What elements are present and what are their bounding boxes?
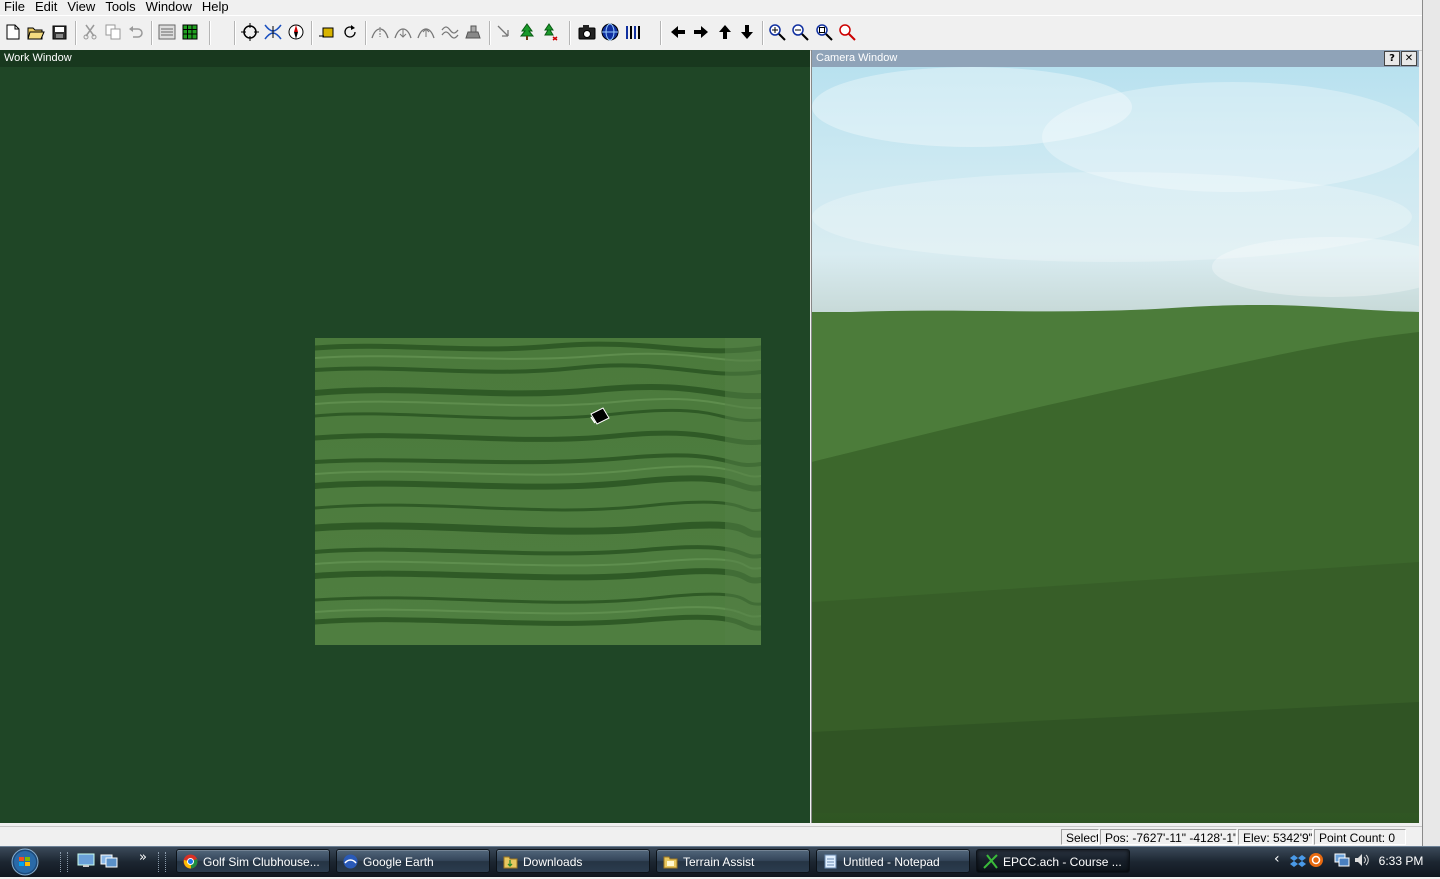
tray-expand-chevron[interactable]: ‹ (1274, 851, 1280, 867)
compass-icon[interactable] (286, 22, 306, 42)
quick-launch-more[interactable]: » (139, 850, 147, 865)
copy-icon[interactable] (103, 22, 123, 42)
menu-view[interactable]: View (62, 0, 100, 14)
save-disk-icon[interactable] (49, 22, 69, 42)
taskbar-clock[interactable]: 6:33 PM (1370, 853, 1432, 869)
course-architect-icon (983, 854, 998, 869)
select-circle-icon[interactable] (240, 22, 260, 42)
arc-up-icon[interactable] (416, 22, 436, 42)
task-golf-sim[interactable]: Golf Sim Clubhouse... (176, 849, 330, 873)
taskbar-grip-2[interactable] (158, 852, 166, 872)
status-mode: Select (1061, 829, 1099, 845)
task-notepad[interactable]: Untitled - Notepad (816, 849, 970, 873)
bars-icon[interactable] (623, 22, 643, 42)
camera-icon[interactable] (577, 22, 597, 42)
zoom-in-icon[interactable] (767, 22, 787, 42)
zoom-out-icon[interactable] (790, 22, 810, 42)
undo-icon[interactable] (126, 22, 146, 42)
status-bar: Select Pos: -7627'-11" -4128'-1" Elev: 5… (0, 826, 1422, 847)
menu-window[interactable]: Window (141, 0, 197, 14)
grid-icon[interactable] (180, 22, 200, 42)
menu-file[interactable]: File (0, 0, 30, 14)
grab-icon[interactable] (463, 22, 483, 42)
zoom-fit-icon[interactable] (814, 22, 834, 42)
layer-icon[interactable] (316, 22, 336, 42)
terrain-heightmap[interactable] (315, 338, 761, 645)
zoom-red-icon[interactable] (837, 22, 857, 42)
globe-icon[interactable] (600, 22, 620, 42)
curve-tool-icon[interactable] (263, 22, 283, 42)
arrow-right-icon[interactable] (691, 22, 711, 42)
ridges-icon[interactable] (440, 22, 460, 42)
arrow-down-icon[interactable] (737, 22, 757, 42)
tree-icon[interactable] (517, 22, 537, 42)
folder-icon (663, 856, 678, 869)
status-position: Pos: -7627'-11" -4128'-1" (1100, 829, 1237, 845)
arc-icon[interactable] (393, 22, 413, 42)
cut-icon[interactable] (80, 22, 100, 42)
notepad-icon (824, 854, 837, 869)
new-file-icon[interactable] (3, 22, 23, 42)
task-downloads[interactable]: Downloads (496, 849, 650, 873)
plant-icon[interactable] (540, 22, 560, 42)
google-earth-icon (343, 854, 358, 869)
dropbox-icon[interactable] (1290, 853, 1306, 869)
open-folder-icon[interactable] (26, 22, 46, 42)
grass-terrain-view (812, 304, 1419, 823)
work-window-title: Work Window (0, 50, 810, 67)
antivirus-icon[interactable] (1308, 852, 1324, 868)
task-google-earth[interactable]: Google Earth (336, 849, 490, 873)
work-window[interactable]: Work Window (0, 50, 810, 823)
properties-icon[interactable] (157, 22, 177, 42)
rotate-icon[interactable] (340, 22, 360, 42)
camera-window[interactable]: Camera Window ? ✕ (811, 50, 1419, 823)
arrow-up-icon[interactable] (715, 22, 735, 42)
task-terrain-assist[interactable]: Terrain Assist (656, 849, 810, 873)
taskbar-grip[interactable] (60, 852, 68, 872)
toolbar (0, 15, 1422, 51)
task-epcc-course-architect[interactable]: EPCC.ach - Course ... (976, 849, 1130, 873)
camera-window-title: Camera Window (812, 50, 1419, 67)
path-icon[interactable] (370, 22, 390, 42)
menu-edit[interactable]: Edit (30, 0, 62, 14)
network-icon[interactable] (1334, 852, 1350, 868)
menu-bar: File Edit View Tools Window Help (0, 0, 1422, 14)
status-elevation: Elev: 5342'9" (1238, 829, 1313, 845)
window-frame-edge (1422, 0, 1440, 846)
show-desktop-icon[interactable] (77, 852, 95, 868)
help-button[interactable]: ? (1384, 51, 1400, 66)
menu-tools[interactable]: Tools (100, 0, 140, 14)
menu-help[interactable]: Help (197, 0, 234, 14)
switch-windows-icon[interactable] (100, 852, 118, 868)
chrome-icon (183, 854, 198, 869)
folder-icon (503, 856, 518, 869)
sky-view (812, 67, 1419, 317)
arrow-left-icon[interactable] (668, 22, 688, 42)
pointer-icon[interactable] (494, 22, 514, 42)
status-point-count: Point Count: 0 (1314, 829, 1406, 845)
volume-icon[interactable] (1353, 852, 1369, 868)
close-button[interactable]: ✕ (1401, 51, 1417, 66)
start-button[interactable] (6, 848, 44, 876)
